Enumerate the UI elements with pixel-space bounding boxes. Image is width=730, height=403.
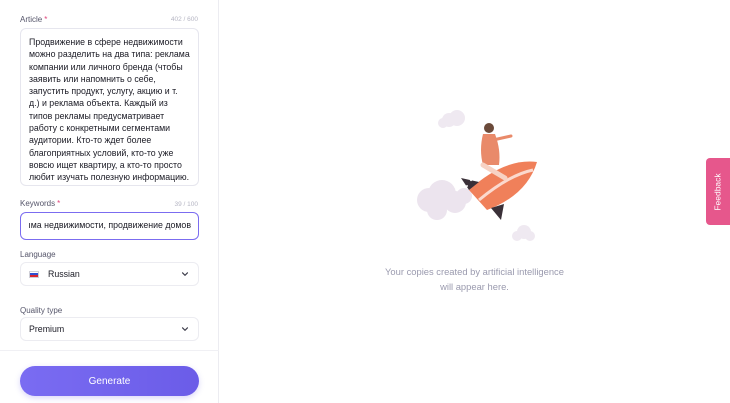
empty-state-line-2: will appear here.: [440, 281, 509, 292]
required-mark: *: [44, 15, 48, 24]
keywords-label: Keywords *: [20, 199, 60, 208]
keywords-input[interactable]: ıма недвижимости, продвижение домов: [20, 212, 199, 240]
quality-type-label: Quality type: [20, 306, 63, 315]
rocket-woman-illustration: [417, 110, 537, 241]
form-footer-divider: [0, 350, 219, 351]
quality-selected-value: Premium: [29, 324, 65, 334]
empty-state-line-1: Your copies created by artificial intell…: [385, 266, 564, 277]
article-label: Article *: [20, 15, 47, 24]
feedback-tab-label: Feedback: [713, 172, 723, 211]
quality-type-select[interactable]: Premium: [20, 317, 199, 341]
app-window: Article * 402 / 600 Продвижение в сфере н…: [0, 0, 730, 403]
generate-button[interactable]: Generate: [20, 366, 199, 396]
keywords-char-counter: 39 / 100: [174, 201, 199, 208]
feedback-tab[interactable]: Feedback: [706, 158, 730, 225]
article-textarea[interactable]: Продвижение в сфере недвижимости можно р…: [20, 28, 199, 186]
chevron-down-icon: [181, 327, 189, 331]
generate-button-label: Generate: [88, 375, 131, 387]
language-selected-value: Russian: [48, 269, 80, 279]
article-label-text: Article: [20, 15, 43, 24]
language-label: Language: [20, 250, 56, 259]
results-panel: Your copies created by artificial intell…: [219, 0, 730, 403]
keywords-label-text: Keywords: [20, 199, 56, 208]
form-panel: Article * 402 / 600 Продвижение в сфере н…: [0, 0, 219, 403]
language-select[interactable]: Russian: [20, 262, 199, 286]
article-char-counter: 402 / 600: [170, 16, 198, 23]
required-mark: *: [57, 199, 61, 208]
chevron-down-icon: [181, 272, 189, 276]
empty-state-message: Your copies created by artificial intell…: [219, 264, 730, 294]
russia-flag-icon: [29, 270, 39, 278]
